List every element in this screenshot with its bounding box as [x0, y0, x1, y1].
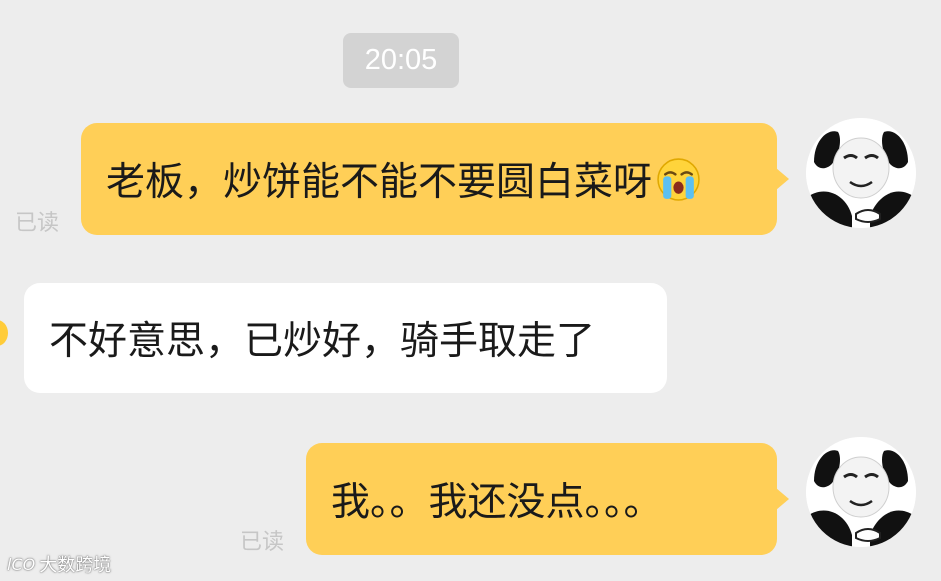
- message-timestamp: 20:05: [343, 33, 459, 88]
- outgoing-bubble-tail: [776, 488, 789, 510]
- outgoing-message-bubble[interactable]: 老板，炒饼能不能不要圆白菜呀: [81, 123, 777, 235]
- crying-face-emoji-icon: [657, 157, 700, 201]
- panda-meme-avatar-icon[interactable]: [806, 437, 916, 547]
- incoming-avatar-edge: [0, 320, 8, 346]
- incoming-message-bubble[interactable]: 不好意思，已炒好，骑手取走了: [24, 283, 667, 393]
- read-receipt: 已读: [15, 211, 60, 236]
- message-text-row: 不好意思，已炒好，骑手取走了: [49, 283, 595, 393]
- read-receipt: 已读: [240, 530, 285, 555]
- watermark-text: 大数跨境: [39, 555, 112, 576]
- message-text-row: 我。。我还没点。。。: [331, 443, 663, 555]
- message-text: 老板，炒饼能不能不要圆白菜呀: [106, 160, 653, 205]
- watermark-logo: lCO: [7, 554, 36, 574]
- outgoing-message-bubble[interactable]: 我。。我还没点。。。: [306, 443, 777, 555]
- message-text: 我。。我还没点。。。: [331, 480, 663, 525]
- message-text: 不好意思，已炒好，骑手取走了: [49, 319, 596, 364]
- panda-meme-avatar-icon[interactable]: [806, 118, 916, 228]
- watermark: lCO 大数跨境: [7, 552, 112, 577]
- outgoing-bubble-tail: [776, 168, 789, 190]
- message-text-row: 老板，炒饼能不能不要圆白菜呀: [106, 123, 701, 235]
